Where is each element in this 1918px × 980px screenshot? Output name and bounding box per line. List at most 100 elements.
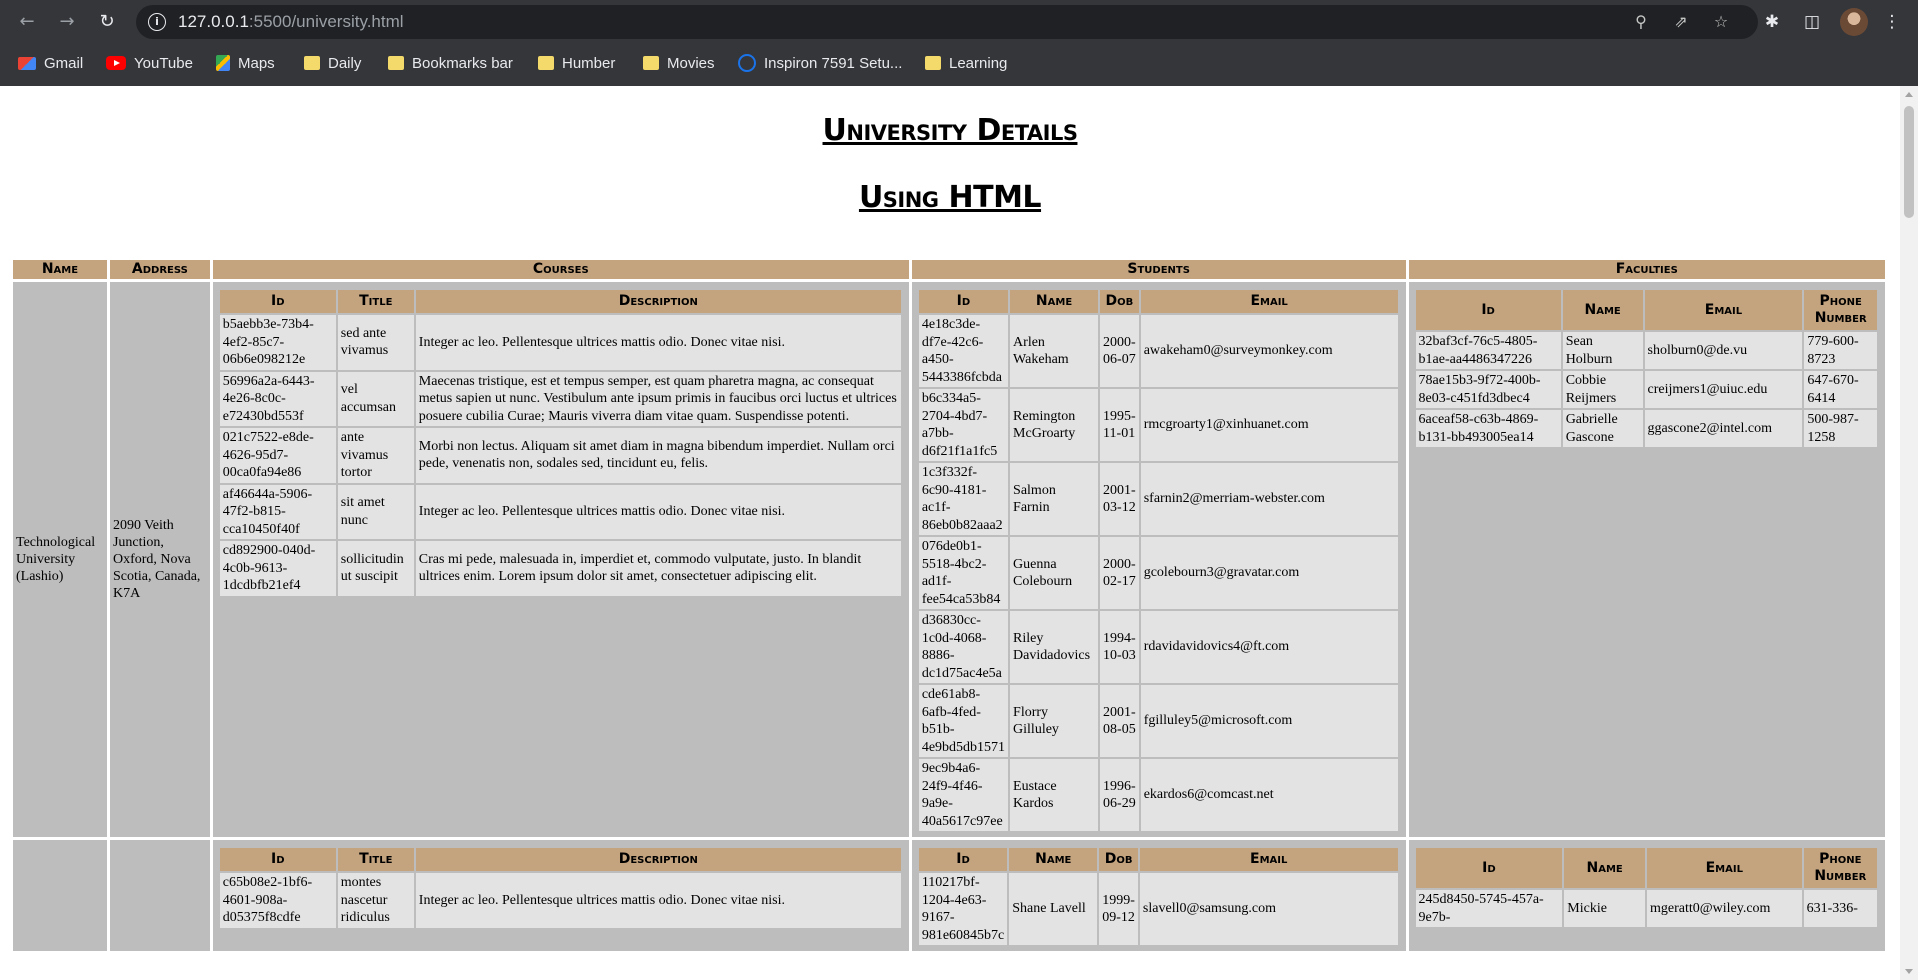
bookmark-gmail[interactable]: Gmail — [18, 52, 83, 74]
faculty-email: ggascone2@intel.com — [1644, 410, 1803, 447]
course-id: 56996a2a-6443-4e26-8c0c-e72430bd553f — [219, 371, 336, 426]
student-dob: 1996-06-29 — [1100, 759, 1139, 831]
faculty-header-id: Id — [1415, 848, 1563, 888]
faculty-header-email: Email — [1646, 848, 1802, 888]
course-description: Integer ac leo. Pellentesque ultrices ma… — [415, 315, 901, 370]
student-name: Remington McGroarty — [1010, 389, 1099, 461]
course-row: 021c7522-e8de-4626-95d7-00ca0fa94e86 ante… — [219, 428, 901, 483]
scroll-up-icon[interactable] — [1905, 92, 1913, 97]
student-row: 1c3f332f-6c90-4181-ac1f-86eb0b82aaa2 Salm… — [918, 463, 1398, 535]
student-header-row: Id Name Dob Email — [918, 848, 1398, 871]
course-table: Id Title Description c65b08e2-1bf6-4601-908… — [218, 846, 903, 930]
bookmark-label: Inspiron 7591 Setu... — [764, 54, 903, 72]
bookmark-label: Movies — [667, 54, 715, 72]
university-address: 2090 Veith Junction, Oxford, Nova Scotia… — [109, 282, 210, 837]
extensions-icon[interactable]: ✱ — [1760, 10, 1784, 34]
university-table: Name Address Courses Students Faculties … — [10, 257, 1888, 954]
bookmark-youtube[interactable]: YouTube — [106, 52, 193, 74]
folder-icon — [538, 56, 554, 70]
bookmark-movies[interactable]: Movies — [643, 52, 715, 74]
bookmark-maps[interactable]: Maps — [216, 52, 275, 74]
course-title: montes nascetur ridiculus — [337, 873, 414, 928]
course-table: Id Title Description b5aebb3e-73b4-4ef2-85c… — [218, 288, 903, 598]
student-email: slavell0@samsung.com — [1139, 873, 1398, 945]
faculty-header-name: Name — [1564, 848, 1645, 888]
course-id: af46644a-5906-47f2-b815-cca10450f40f — [219, 484, 336, 539]
student-row: d36830cc-1c0d-4068-8886-dc1d75ac4e5a Rile… — [918, 611, 1398, 683]
bookmark-bookmarks-bar[interactable]: Bookmarks bar — [388, 52, 513, 74]
course-header-description: Description — [415, 848, 901, 871]
course-row: b5aebb3e-73b4-4ef2-85c7-06b6e098212e sed … — [219, 315, 901, 370]
browser-toolbar: ← → ↻ i 127.0.0.1:5500/university.html ⚲… — [0, 0, 1918, 44]
menu-icon[interactable]: ⋮ — [1880, 10, 1904, 34]
university-name: Technological University (Lashio) — [13, 282, 107, 837]
faculty-name: Gabrielle Gascone — [1562, 410, 1643, 447]
bookmark-inspiron[interactable]: Inspiron 7591 Setu... — [738, 52, 902, 74]
page-subtitle: Using HTML — [858, 180, 1042, 215]
student-name: Shane Lavell — [1009, 873, 1098, 945]
student-table: Id Name Dob Email 4e18c3de-df7e-42c6-a450-54… — [917, 288, 1400, 833]
student-id: cde61ab8-6afb-4fed-b51b-4e9bd5db1571 — [918, 685, 1009, 757]
reload-icon[interactable]: ↻ — [94, 9, 120, 35]
faculty-row: 32baf3cf-76c5-4805-b1ae-aa4486347226 Sean… — [1415, 332, 1877, 369]
student-row: b6c334a5-2704-4bd7-a7bb-d6f21f1a1fc5 Remi… — [918, 389, 1398, 461]
faculty-header-email: Email — [1644, 290, 1803, 330]
site-info-icon[interactable]: i — [148, 13, 166, 31]
student-name: Florry Gilluley — [1010, 685, 1099, 757]
share-icon[interactable]: ⇗ — [1670, 11, 1692, 33]
course-title: ante vivamus tortor — [337, 428, 414, 483]
course-header-title: Title — [337, 848, 414, 871]
student-header-row: Id Name Dob Email — [918, 290, 1398, 313]
student-dob: 1999-09-12 — [1099, 873, 1138, 945]
student-header-email: Email — [1140, 290, 1398, 313]
course-header-id: Id — [219, 290, 336, 313]
student-name: Arlen Wakeham — [1010, 315, 1099, 387]
back-icon[interactable]: ← — [14, 9, 40, 35]
course-description: Integer ac leo. Pellentesque ultrices ma… — [415, 873, 901, 928]
header-students: Students — [911, 260, 1406, 279]
student-row: cde61ab8-6afb-4fed-b51b-4e9bd5db1571 Flor… — [918, 685, 1398, 757]
folder-icon — [304, 56, 320, 70]
scroll-down-icon[interactable] — [1905, 969, 1913, 974]
student-header-dob: Dob — [1100, 290, 1139, 313]
faculty-phone: 647-670-6414 — [1804, 371, 1877, 408]
bookmarks-bar: Gmail YouTube Maps Daily Bookmarks bar H… — [0, 44, 1918, 82]
student-name: Salmon Farnin — [1010, 463, 1099, 535]
course-header-description: Description — [415, 290, 901, 313]
course-description: Morbi non lectus. Aliquam sit amet diam … — [415, 428, 901, 483]
student-dob: 1994-10-03 — [1100, 611, 1139, 683]
bookmark-label: Daily — [328, 54, 362, 72]
student-name: Guenna Colebourn — [1010, 537, 1099, 609]
bookmark-label: Learning — [949, 54, 1008, 72]
students-cell: Id Name Dob Email 4e18c3de-df7e-42c6-a450-54… — [911, 282, 1406, 837]
course-title: vel accumsan — [337, 371, 414, 426]
bookmark-humber[interactable]: Humber — [538, 52, 615, 74]
bookmark-daily[interactable]: Daily — [304, 52, 361, 74]
zoom-icon[interactable]: ⚲ — [1630, 11, 1652, 33]
folder-icon — [388, 56, 404, 70]
scrollbar-thumb[interactable] — [1904, 106, 1914, 218]
student-dob: 2001-03-12 — [1100, 463, 1139, 535]
student-email: rmcgroarty1@xinhuanet.com — [1140, 389, 1398, 461]
side-panel-icon[interactable]: ◫ — [1800, 10, 1824, 34]
student-row: 9ec9b4a6-24f9-4f46-9a9e-40a5617c97ee Eust… — [918, 759, 1398, 831]
bookmark-star-icon[interactable]: ☆ — [1710, 11, 1732, 33]
student-name: Riley Davidadovics — [1010, 611, 1099, 683]
student-id: d36830cc-1c0d-4068-8886-dc1d75ac4e5a — [918, 611, 1009, 683]
page-scrollbar[interactable] — [1900, 86, 1918, 980]
student-table: Id Name Dob Email 110217bf-1204-4e63-9167-98… — [917, 846, 1400, 947]
faculties-cell: Id Name Email Phone Number 245d8450-5745-457… — [1408, 840, 1885, 951]
bookmark-learning[interactable]: Learning — [925, 52, 1007, 74]
profile-avatar[interactable] — [1840, 8, 1868, 36]
maps-icon — [216, 55, 230, 71]
forward-icon[interactable]: → — [54, 9, 80, 35]
faculty-name: Sean Holburn — [1562, 332, 1643, 369]
student-name: Eustace Kardos — [1010, 759, 1099, 831]
faculty-id: 32baf3cf-76c5-4805-b1ae-aa4486347226 — [1415, 332, 1561, 369]
course-title: sit amet nunc — [337, 484, 414, 539]
address-bar[interactable]: i 127.0.0.1:5500/university.html ⚲ ⇗ ☆ — [136, 5, 1758, 39]
url-text[interactable]: 127.0.0.1:5500/university.html — [178, 12, 404, 32]
course-header-row: Id Title Description — [219, 290, 901, 313]
courses-cell: Id Title Description c65b08e2-1bf6-4601-908… — [212, 840, 909, 951]
course-title: sollicitudin ut suscipit — [337, 541, 414, 596]
